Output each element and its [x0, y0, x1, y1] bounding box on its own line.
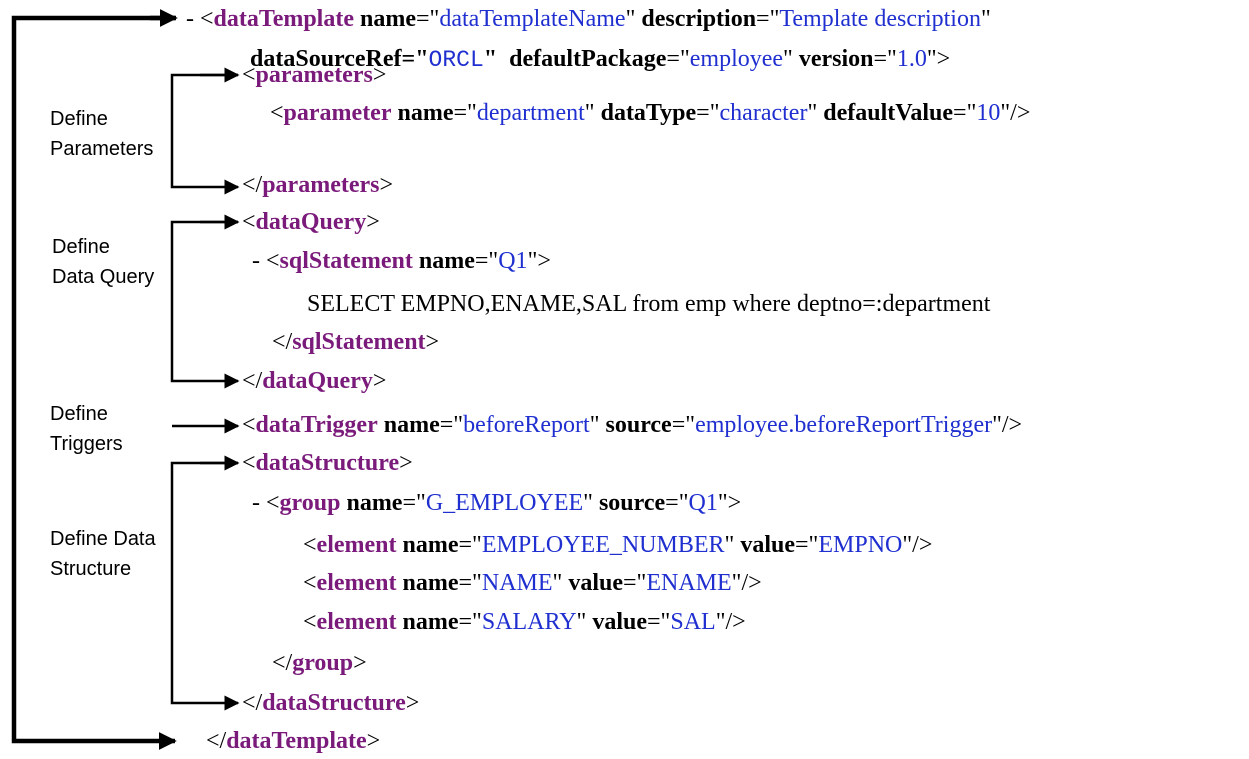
data-query-bracket	[170, 220, 240, 389]
sql-statement-close-line: </sqlStatement>	[272, 329, 440, 355]
label-define-data-query: Define Data Query	[52, 236, 155, 288]
data-template-close-line: </dataTemplate>	[206, 728, 381, 754]
parameters-open-line: <parameters>	[242, 62, 387, 88]
sql-query-text: SELECT EMPNO,ENAME,SAL from emp where de…	[307, 291, 991, 317]
label-define-data-structure: Define Data Structure	[50, 528, 156, 580]
parameters-close-line: </parameters>	[242, 172, 394, 198]
element-line: <element name="NAME" value="ENAME"/>	[303, 570, 762, 596]
group-open-line: - <group name="G_EMPLOYEE" source="Q1">	[252, 490, 742, 516]
element-line: <element name="SALARY" value="SAL"/>	[303, 609, 746, 635]
data-structure-close-line: </dataStructure>	[242, 690, 420, 716]
xml-data-template-diagram: Define Parameters Define Data Query Defi…	[0, 0, 1249, 759]
label-define-triggers: Define Triggers	[50, 403, 123, 455]
parameter-line: <parameter name="department" dataType="c…	[270, 100, 1031, 126]
data-structure-open-line: <dataStructure>	[242, 450, 413, 476]
data-structure-bracket	[170, 461, 240, 711]
data-trigger-line: <dataTrigger name="beforeReport" source=…	[242, 412, 1023, 438]
data-query-open-line: <dataQuery>	[242, 209, 380, 235]
data-template-open-line: - <dataTemplate name="dataTemplateName" …	[186, 6, 991, 32]
sql-statement-open-line: - <sqlStatement name="Q1">	[252, 248, 551, 274]
parameters-bracket	[170, 73, 240, 195]
group-close-line: </group>	[272, 650, 367, 676]
label-define-parameters: Define Parameters	[50, 108, 154, 160]
data-query-close-line: </dataQuery>	[242, 368, 387, 394]
element-line: <element name="EMPLOYEE_NUMBER" value="E…	[303, 532, 933, 558]
